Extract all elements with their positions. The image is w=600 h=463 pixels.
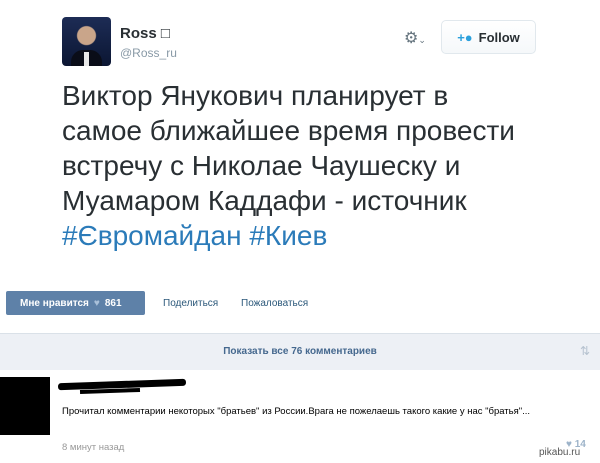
show-comments-bar[interactable]: Показать все 76 комментариев ⇅	[0, 333, 600, 370]
tweet-line: самое ближайшее время провести	[62, 115, 515, 146]
tweet-line: встречу с Николае Чаушеску и	[62, 150, 461, 181]
show-comments-label: Показать все 76 комментариев	[223, 346, 377, 357]
add-user-icon: +●	[457, 29, 473, 45]
watermark: pikabu.ru	[539, 447, 581, 458]
comment-time[interactable]: 8 минут назад	[62, 442, 124, 453]
hashtag-link[interactable]: #Киев	[249, 220, 327, 251]
user-avatar[interactable]	[62, 17, 111, 66]
avatar-tie	[84, 52, 89, 66]
hashtag-link[interactable]: #Євромайдан	[62, 220, 242, 251]
user-name[interactable]: Ross □	[120, 25, 170, 42]
tweet-hashtags: #Євромайдан #Киев	[62, 218, 532, 253]
tweet-line: Муамаром Каддафи - источник	[62, 185, 467, 216]
follow-label: Follow	[478, 29, 520, 45]
like-label: Мне нравится	[20, 297, 89, 309]
share-link[interactable]: Поделиться	[163, 298, 218, 309]
tweet-line: Виктор Янукович планирует в	[62, 80, 449, 111]
redacted-name-underline	[79, 387, 141, 395]
follow-button[interactable]: +● Follow	[441, 20, 536, 54]
user-handle[interactable]: @Ross_ru	[120, 46, 177, 60]
like-count: 861	[104, 297, 122, 309]
heart-icon: ♥	[93, 297, 100, 309]
report-link[interactable]: Пожаловаться	[241, 298, 308, 309]
tweet-text: Виктор Янукович планирует в самое ближай…	[62, 78, 532, 253]
comment-avatar[interactable]	[0, 377, 50, 435]
sort-arrows-icon[interactable]: ⇅	[580, 344, 590, 358]
comment-text: Прочитал комментарии некоторых "братьев"…	[62, 406, 531, 417]
gear-icon[interactable]: ⚙⌄	[404, 28, 426, 48]
like-button[interactable]: Мне нравится ♥ 861	[6, 291, 145, 315]
